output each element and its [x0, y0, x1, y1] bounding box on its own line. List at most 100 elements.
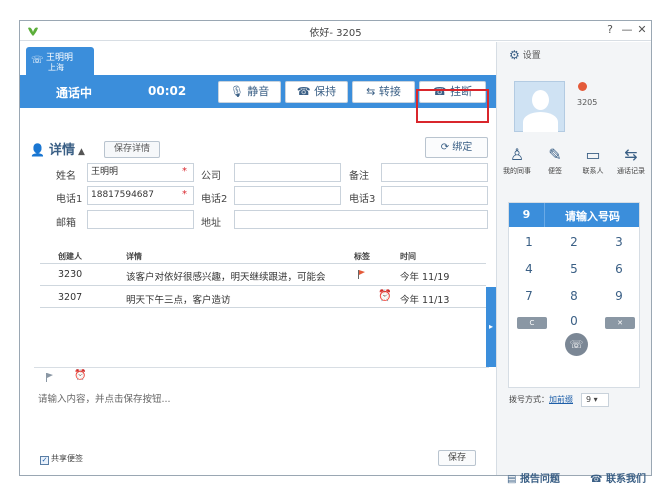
window-title: 依好- 3205	[309, 28, 362, 39]
row-detail: 该客户对依好很感兴趣，明天继续跟进，可能会	[126, 272, 326, 283]
contact-us-link[interactable]: ☎ 联系我们	[590, 470, 646, 485]
row-time: 今年 11/13	[400, 295, 450, 306]
dial-key-0[interactable]: 0	[559, 314, 589, 328]
phone1-required-mark: *	[182, 189, 187, 200]
dial-key-3[interactable]: 3	[604, 235, 634, 249]
help-icon[interactable]: ?	[603, 23, 617, 36]
call-history-button[interactable]: ⇆ 通话记录	[613, 144, 649, 176]
colleagues-button[interactable]: ♙ 我的同事	[499, 144, 535, 176]
flag-icon	[358, 270, 365, 279]
panel-collapse-handle[interactable]: ▸	[486, 287, 496, 367]
save-note-button[interactable]: 保存	[438, 450, 476, 466]
dial-key-1[interactable]: 1	[514, 235, 544, 249]
row-time: 今年 11/19	[400, 272, 450, 283]
active-call-tab[interactable]: ☏ 王明明 上海	[26, 47, 94, 75]
dial-mode-label: 拨号方式：	[509, 395, 549, 404]
row-detail: 明天下午三点，客户造访	[126, 295, 231, 306]
dial-prefix-digit: 9	[509, 203, 545, 227]
collapse-arrow-icon: ▲	[77, 147, 85, 157]
dial-call-button[interactable]: ☏	[565, 333, 588, 356]
note-placeholder: 请输入内容，并点击保存按钮...	[38, 394, 171, 405]
close-icon[interactable]: ✕	[635, 23, 649, 36]
transfer-icon: ⇆	[366, 85, 376, 98]
person-icon: 👤	[30, 143, 45, 157]
alarm-clock-icon: ⏰	[378, 289, 392, 302]
save-details-button[interactable]: 保存详情	[104, 141, 160, 158]
dial-prefix-select[interactable]: 9 ▾	[581, 393, 609, 407]
phone1-label: 电话1	[56, 194, 83, 205]
sticky-notes-button[interactable]: ✎ 便签	[537, 144, 573, 176]
name-field[interactable]: 王明明	[87, 163, 194, 182]
details-header[interactable]: 👤 详情 ▲	[30, 139, 85, 158]
email-label: 邮箱	[56, 218, 76, 229]
dial-prefix-value: 9	[586, 395, 592, 404]
details-title: 详情	[48, 143, 75, 158]
mute-button[interactable]: 🎙 静音	[218, 81, 281, 103]
dial-mode-link[interactable]: 加前缀	[549, 395, 573, 404]
note-toolbar: ⏰	[34, 367, 489, 385]
dial-key-4[interactable]: 4	[514, 262, 544, 276]
dial-key-5[interactable]: 5	[559, 262, 589, 276]
call-pane: ☏ 王明明 上海 通话中 00:02 🎙 静音 ☎ 保持 ⇆ 转接 ☎ 挂断 👤…	[20, 42, 496, 475]
minimize-icon[interactable]: —	[620, 23, 634, 36]
email-field[interactable]	[87, 210, 194, 229]
contact-icon: ☎	[590, 474, 603, 485]
remark-label: 备注	[349, 171, 369, 182]
backspace-key[interactable]: ✕	[605, 317, 635, 329]
name-required-mark: *	[182, 166, 187, 177]
name-label: 姓名	[56, 171, 76, 182]
person-outline-icon: ♙	[509, 145, 525, 164]
phone3-label: 电话3	[349, 194, 376, 205]
header-tag: 标签	[354, 252, 370, 261]
dial-key-8[interactable]: 8	[559, 289, 589, 303]
company-label: 公司	[201, 171, 221, 182]
phone-handset-icon: ☏	[569, 338, 584, 351]
header-creator: 创建人	[58, 252, 82, 261]
transfer-button[interactable]: ⇆ 转接	[352, 81, 415, 103]
bind-button[interactable]: ⟳ 绑定	[425, 137, 488, 158]
phone2-field[interactable]	[234, 186, 341, 205]
phone1-field[interactable]: 18817594687	[87, 186, 194, 205]
phone3-field[interactable]	[381, 186, 488, 205]
avatar	[514, 81, 565, 132]
bind-label: 绑定	[452, 142, 473, 153]
call-history-label: 通话记录	[617, 167, 645, 175]
row-creator: 3230	[58, 269, 83, 280]
colleagues-label: 我的同事	[503, 167, 531, 175]
contacts-button[interactable]: ▭ 联系人	[575, 144, 611, 176]
contact-label: 联系我们	[605, 474, 646, 485]
company-field[interactable]	[234, 163, 341, 182]
alarm-tool-icon[interactable]: ⏰	[74, 370, 86, 381]
clear-key[interactable]: C	[517, 317, 547, 329]
flag-tool-icon[interactable]	[46, 373, 53, 382]
contacts-label: 联系人	[582, 167, 604, 175]
refresh-icon: ⟳	[440, 142, 450, 153]
share-note-checkbox[interactable]: ✓ 共享便签	[40, 453, 83, 465]
settings-button[interactable]: ⚙ 设置	[509, 48, 541, 62]
hold-label: 保持	[314, 85, 337, 98]
sticky-notes-label: 便签	[548, 167, 562, 175]
status-dot-icon[interactable]	[578, 82, 587, 91]
phone2-label: 电话2	[201, 194, 228, 205]
dial-key-6[interactable]: 6	[604, 262, 634, 276]
table-header-divider	[40, 263, 486, 264]
phone-icon: ☏	[31, 55, 44, 66]
note-edit-icon: ✎	[548, 145, 562, 164]
dial-number-input[interactable]: 9 请输入号码	[509, 203, 639, 227]
hangup-highlight-frame	[416, 89, 489, 123]
row-divider	[40, 285, 486, 286]
dialpad: 9 请输入号码 1 2 3 4 5 6 7 8 9 C 0 ✕ ☏	[508, 202, 640, 388]
dial-key-7[interactable]: 7	[514, 289, 544, 303]
dial-mode: 拨号方式：加前缀 9 ▾	[509, 393, 609, 407]
remark-field[interactable]	[381, 163, 488, 182]
address-field[interactable]	[234, 210, 488, 229]
settings-label: 设置	[522, 51, 541, 61]
extension-number: 3205	[577, 98, 598, 107]
report-label: 报告问题	[519, 474, 560, 485]
report-issue-link[interactable]: ▤ 报告问题	[507, 470, 560, 485]
hold-button[interactable]: ☎ 保持	[285, 81, 348, 103]
row-divider	[40, 307, 486, 308]
dial-key-2[interactable]: 2	[559, 235, 589, 249]
dial-key-9[interactable]: 9	[604, 289, 634, 303]
address-label: 地址	[201, 218, 221, 229]
